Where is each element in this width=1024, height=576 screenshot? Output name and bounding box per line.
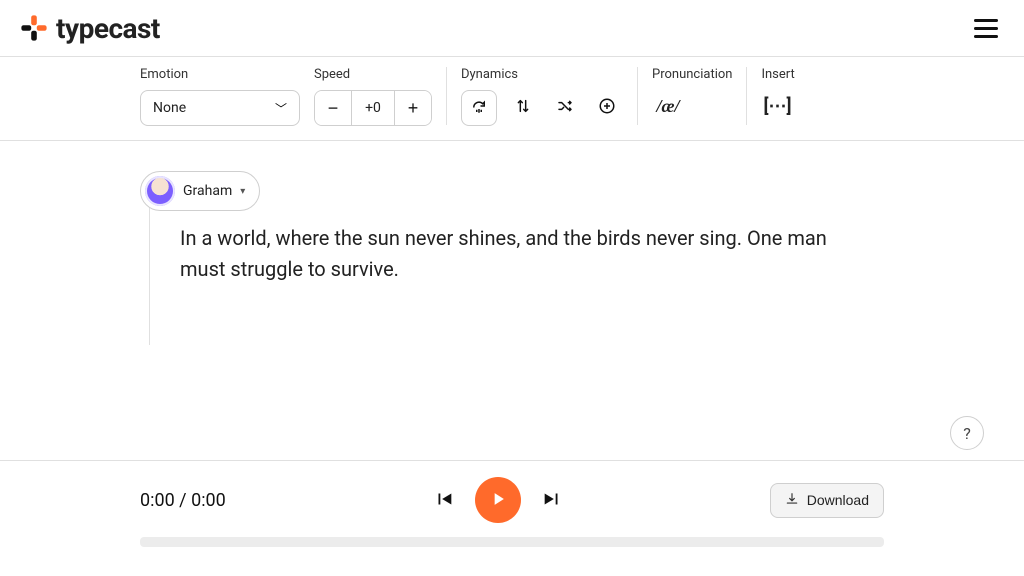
emotion-current-value: None <box>153 100 186 116</box>
pitch-updown-icon <box>515 98 531 119</box>
speed-value: +0 <box>351 91 395 125</box>
dynamics-regenerate-button[interactable] <box>461 90 497 126</box>
caret-down-icon: ▾ <box>240 186 245 197</box>
insert-brackets-icon: [⋯] <box>763 96 791 117</box>
download-label: Download <box>807 492 869 508</box>
skip-forward-button[interactable] <box>535 487 569 514</box>
timeline-marker <box>149 189 150 345</box>
audio-toolbar: Emotion None ﹀ Speed − +0 + Dynamics <box>0 56 1024 141</box>
voice-avatar <box>145 176 175 206</box>
insert-button[interactable]: [⋯] <box>761 90 793 122</box>
playback-time: 0:00 / 0:00 <box>140 490 226 511</box>
pronunciation-label: Pronunciation <box>652 67 732 82</box>
logo-mark-icon <box>20 14 48 42</box>
phoneme-icon: /æ/ <box>656 96 679 117</box>
dynamics-add-button[interactable] <box>591 92 623 124</box>
play-button[interactable] <box>475 477 521 523</box>
download-button[interactable]: Download <box>770 483 884 518</box>
menu-button[interactable] <box>968 13 1004 44</box>
brand-name: typecast <box>56 12 160 45</box>
script-text[interactable]: In a world, where the sun never shines, … <box>180 223 840 285</box>
insert-label: Insert <box>761 67 794 82</box>
progress-track[interactable] <box>140 537 884 547</box>
speed-increase-button[interactable]: + <box>395 91 431 125</box>
voice-name: Graham <box>183 183 232 199</box>
emotion-select[interactable]: None ﹀ <box>140 90 300 126</box>
help-icon: ? <box>963 424 971 443</box>
shuffle-icon <box>557 98 573 119</box>
chevron-down-icon: ﹀ <box>275 100 287 117</box>
speed-label: Speed <box>314 67 432 82</box>
voice-select-chip[interactable]: Graham ▾ <box>140 171 260 211</box>
brand-logo[interactable]: typecast <box>20 12 160 45</box>
dynamics-pitch-button[interactable] <box>507 92 539 124</box>
play-icon <box>488 489 508 512</box>
skip-forward-icon <box>541 488 563 513</box>
skip-back-icon <box>433 488 455 513</box>
player-bar: 0:00 / 0:00 <box>0 460 1024 557</box>
dynamics-shuffle-button[interactable] <box>549 92 581 124</box>
skip-back-button[interactable] <box>427 487 461 514</box>
speed-stepper: − +0 + <box>314 90 432 126</box>
download-icon <box>785 492 799 509</box>
speed-decrease-button[interactable]: − <box>315 91 351 125</box>
help-button[interactable]: ? <box>950 416 984 450</box>
plus-circle-icon <box>598 97 616 120</box>
emotion-label: Emotion <box>140 67 300 82</box>
pronunciation-button[interactable]: /æ/ <box>652 90 684 122</box>
dynamics-label: Dynamics <box>461 67 623 82</box>
regenerate-icon <box>470 97 488 119</box>
time-current: 0:00 <box>140 490 175 511</box>
time-total: 0:00 <box>191 490 226 511</box>
